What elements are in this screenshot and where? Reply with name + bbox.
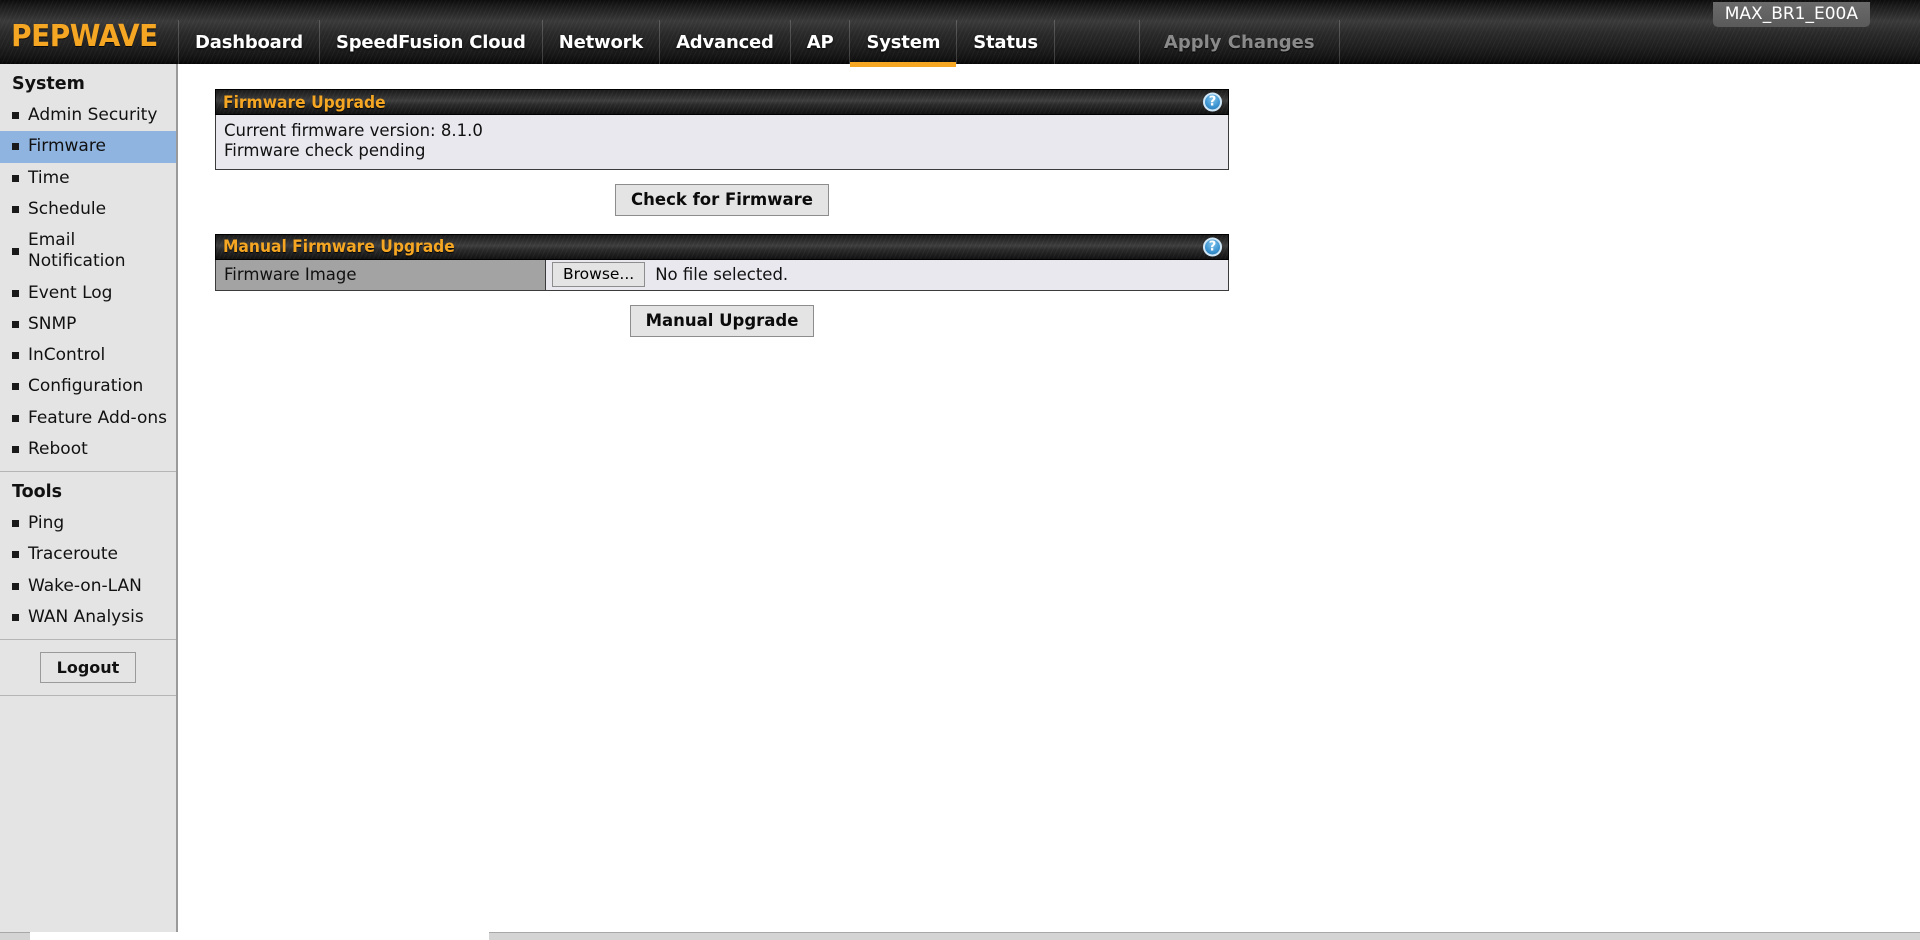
sidebar-item-label: Ping [28,513,65,533]
browse-button[interactable]: Browse... [552,262,646,288]
bullet-icon [12,582,19,590]
logout-area: Logout [0,640,176,696]
bullet-icon [12,414,19,422]
sidebar-group-title-tools: Tools [12,482,63,502]
apply-changes-button[interactable]: Apply Changes [1138,20,1340,64]
sidebar-item-email-notification[interactable]: Email Notification [0,225,176,278]
sidebar: System Admin Security Firmware Time Sche… [0,64,178,940]
question-mark-icon[interactable]: ? [1203,92,1222,112]
bullet-icon [12,289,19,297]
bullet-icon [12,143,19,151]
pepwave-logo: PEPWAVE [11,19,158,54]
bullet-icon [12,320,19,328]
current-firmware-version-text: Current firmware version: 8.1.0 [224,121,483,140]
firmware-image-value: Browse... No file selected. [546,259,1228,290]
sidebar-item-configuration[interactable]: Configuration [0,371,176,402]
sidebar-item-event-log[interactable]: Event Log [0,278,176,309]
sidebar-item-feature-add-ons[interactable]: Feature Add-ons [0,403,176,434]
manual-upgrade-button[interactable]: Manual Upgrade [629,304,815,337]
sidebar-item-schedule[interactable]: Schedule [0,194,176,225]
file-selection-status: No file selected. [655,265,789,285]
sidebar-item-wan-analysis[interactable]: WAN Analysis [0,602,176,633]
check-for-firmware-button[interactable]: Check for Firmware [615,183,829,216]
sidebar-item-label: Admin Security [28,105,158,125]
nav-tab-system[interactable]: System [849,20,957,67]
manual-upgrade-button-row: Manual Upgrade [215,291,1229,337]
sidebar-item-label: InControl [28,345,106,365]
sidebar-item-time[interactable]: Time [0,163,176,194]
sidebar-item-label: Time [28,167,70,188]
bullet-icon [12,613,19,621]
bottom-strip-right [489,932,1920,940]
sidebar-item-label: Traceroute [28,544,119,565]
manual-firmware-upgrade-panel-header: Manual Firmware Upgrade ? [215,233,1229,260]
sidebar-item-wake-on-lan[interactable]: Wake-on-LAN [0,571,176,602]
nav-tab-dashboard[interactable]: Dashboard [178,20,319,64]
sidebar-item-traceroute[interactable]: Traceroute [0,539,176,570]
bottom-status-strip [0,932,1920,940]
sidebar-item-reboot[interactable]: Reboot [0,434,176,465]
firmware-check-status-text: Firmware check pending [224,141,426,161]
nav-tab-advanced[interactable]: Advanced [659,20,790,64]
nav-tab-ap[interactable]: AP [789,20,850,64]
sidebar-item-label: Wake-on-LAN [28,575,142,596]
firmware-upgrade-panel-header: Firmware Upgrade ? [215,89,1229,115]
sidebar-item-incontrol[interactable]: InControl [0,340,176,371]
firmware-upgrade-panel-body: Current firmware version: 8.1.0 Firmware… [215,115,1229,170]
nav-tab-status[interactable]: Status [956,20,1055,64]
bullet-icon [12,551,19,559]
sidebar-item-label: Firmware [28,136,106,157]
sidebar-item-label: Schedule [28,198,107,219]
sidebar-item-label: Configuration [28,376,144,397]
sidebar-item-ping[interactable]: Ping [0,508,176,539]
bullet-icon [12,205,19,213]
sidebar-item-label: Reboot [28,438,88,459]
panel-title: Firmware Upgrade [223,92,386,112]
top-navigation-bar: PEPWAVE Dashboard SpeedFusion Cloud Netw… [0,0,1920,67]
bullet-icon [12,383,19,391]
main-nav: Dashboard SpeedFusion Cloud Network Adva… [178,20,1055,67]
sidebar-group-system: System Admin Security Firmware Time Sche… [0,64,176,472]
sidebar-item-label: Event Log [28,282,113,303]
logout-button[interactable]: Logout [39,652,137,683]
sidebar-item-admin-security[interactable]: Admin Security [0,100,176,131]
sidebar-group-tools: Tools Ping Traceroute Wake-on-LAN WAN An… [0,472,176,640]
sidebar-item-firmware[interactable]: Firmware [0,131,176,163]
device-name-tag: MAX_BR1_E00A [1712,2,1870,27]
sidebar-item-label: Feature Add-ons [28,407,168,428]
manual-firmware-upgrade-panel: Manual Firmware Upgrade ? Firmware Image… [215,233,1229,337]
panel-title: Manual Firmware Upgrade [223,237,455,257]
check-firmware-button-row: Check for Firmware [215,170,1229,216]
nav-tab-network[interactable]: Network [541,20,659,64]
firmware-upgrade-panel: Firmware Upgrade ? Current firmware vers… [215,89,1229,216]
question-mark-icon[interactable]: ? [1203,237,1222,257]
bullet-icon [12,174,19,182]
bullet-icon [12,247,19,255]
sidebar-item-label: SNMP [28,313,77,334]
sidebar-group-title-system: System [12,74,85,94]
bullet-icon [12,520,19,528]
firmware-image-row: Firmware Image Browse... No file selecte… [215,259,1229,291]
sidebar-item-label: Email Notification [28,230,126,272]
sidebar-item-snmp[interactable]: SNMP [0,309,176,340]
page-body: System Admin Security Firmware Time Sche… [0,64,1920,940]
bottom-strip-left [0,932,30,940]
bullet-icon [12,112,19,120]
sidebar-item-label: WAN Analysis [28,606,144,627]
nav-tab-speedfusion-cloud[interactable]: SpeedFusion Cloud [318,20,542,64]
sidebar-filler [0,696,176,940]
main-content: Firmware Upgrade ? Current firmware vers… [178,64,1920,940]
bullet-icon [12,445,19,453]
firmware-image-label: Firmware Image [216,259,546,290]
bullet-icon [12,352,19,360]
